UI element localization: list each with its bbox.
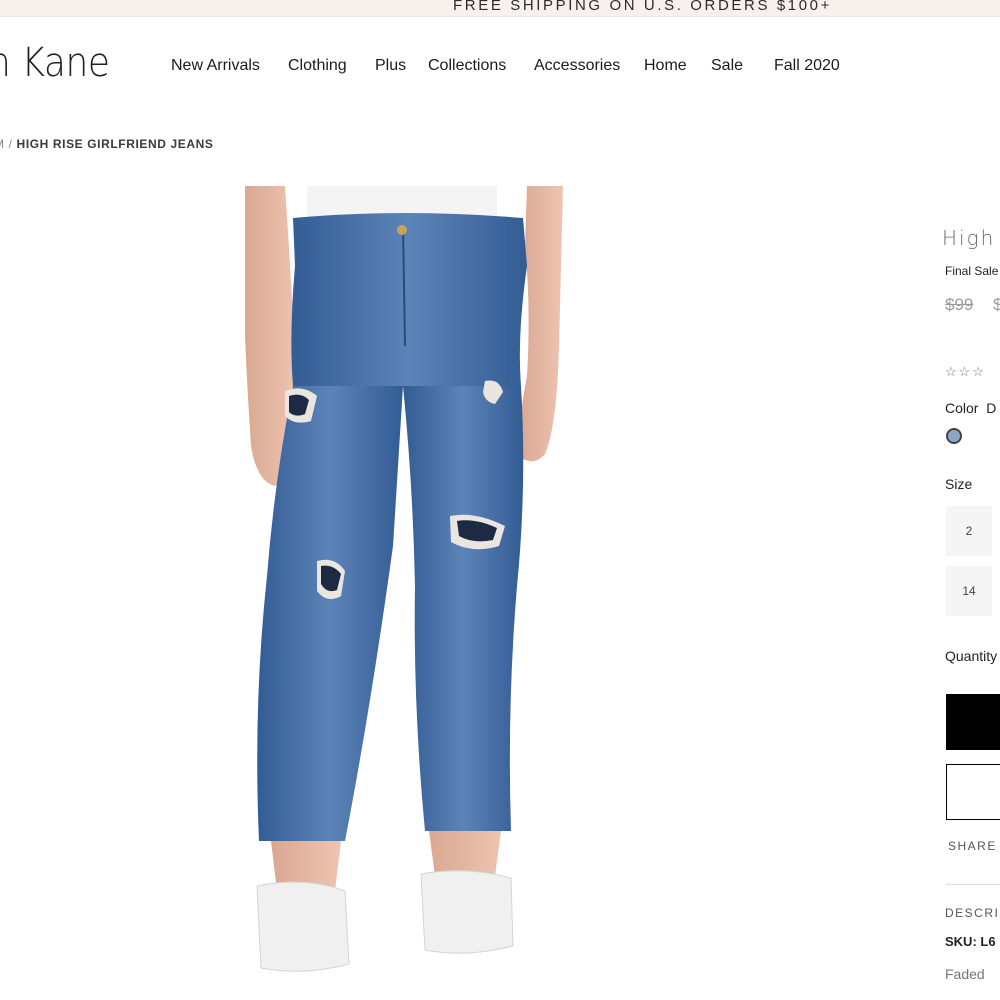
promo-banner: FREE SHIPPING ON U.S. ORDERS $100+ xyxy=(0,0,1000,17)
original-price: $99 xyxy=(945,295,974,314)
breadcrumb-current: HIGH RISE GIRLFRIEND JEANS xyxy=(16,137,214,151)
sku-label: SKU: xyxy=(945,934,977,949)
share-label[interactable]: SHARE xyxy=(948,839,997,853)
sku-line: SKU: L6 xyxy=(945,934,996,949)
promo-banner-text: FREE SHIPPING ON U.S. ORDERS $100+ xyxy=(453,0,832,14)
color-swatch-fill xyxy=(950,432,958,440)
nav-item-collections[interactable]: Collections xyxy=(428,57,506,75)
breadcrumb-parent-link[interactable]: M xyxy=(0,137,5,151)
color-value: D xyxy=(986,400,997,416)
sku-value: L6 xyxy=(980,934,996,949)
product-image[interactable] xyxy=(245,186,565,1000)
size-option-2[interactable]: 2 xyxy=(946,506,992,556)
nav-item-sale[interactable]: Sale xyxy=(711,57,743,75)
section-divider xyxy=(946,884,1000,885)
color-swatch[interactable] xyxy=(946,428,962,444)
nav-item-new-arrivals[interactable]: New Arrivals xyxy=(171,57,260,75)
brand-logo[interactable]: n Kane xyxy=(0,40,110,86)
nav-item-plus[interactable]: Plus xyxy=(375,57,406,75)
sale-price: $ xyxy=(993,295,1000,314)
product-title: High F xyxy=(942,226,1000,250)
breadcrumb-separator: / xyxy=(8,137,13,151)
nav-item-clothing[interactable]: Clothing xyxy=(288,57,347,75)
nav-item-home[interactable]: Home xyxy=(644,57,687,75)
quantity-label: Quantity xyxy=(945,648,998,664)
description-text: Faded xyxy=(945,966,985,982)
color-label: Color D xyxy=(945,400,996,416)
breadcrumb: M/HIGH RISE GIRLFRIEND JEANS xyxy=(0,137,214,151)
size-option-14[interactable]: 14 xyxy=(946,566,992,616)
final-sale-label: Final Sale xyxy=(945,264,999,278)
rating-stars-icon[interactable]: ☆☆☆ xyxy=(945,364,986,380)
nav-item-fall-2020[interactable]: Fall 2020 xyxy=(774,57,840,75)
color-label-text: Color xyxy=(945,400,979,416)
description-heading[interactable]: DESCRIF xyxy=(945,906,1000,920)
size-label: Size xyxy=(945,476,973,492)
wishlist-button[interactable] xyxy=(946,764,1000,820)
nav-item-accessories[interactable]: Accessories xyxy=(534,57,620,75)
add-to-bag-button[interactable] xyxy=(946,694,1000,750)
